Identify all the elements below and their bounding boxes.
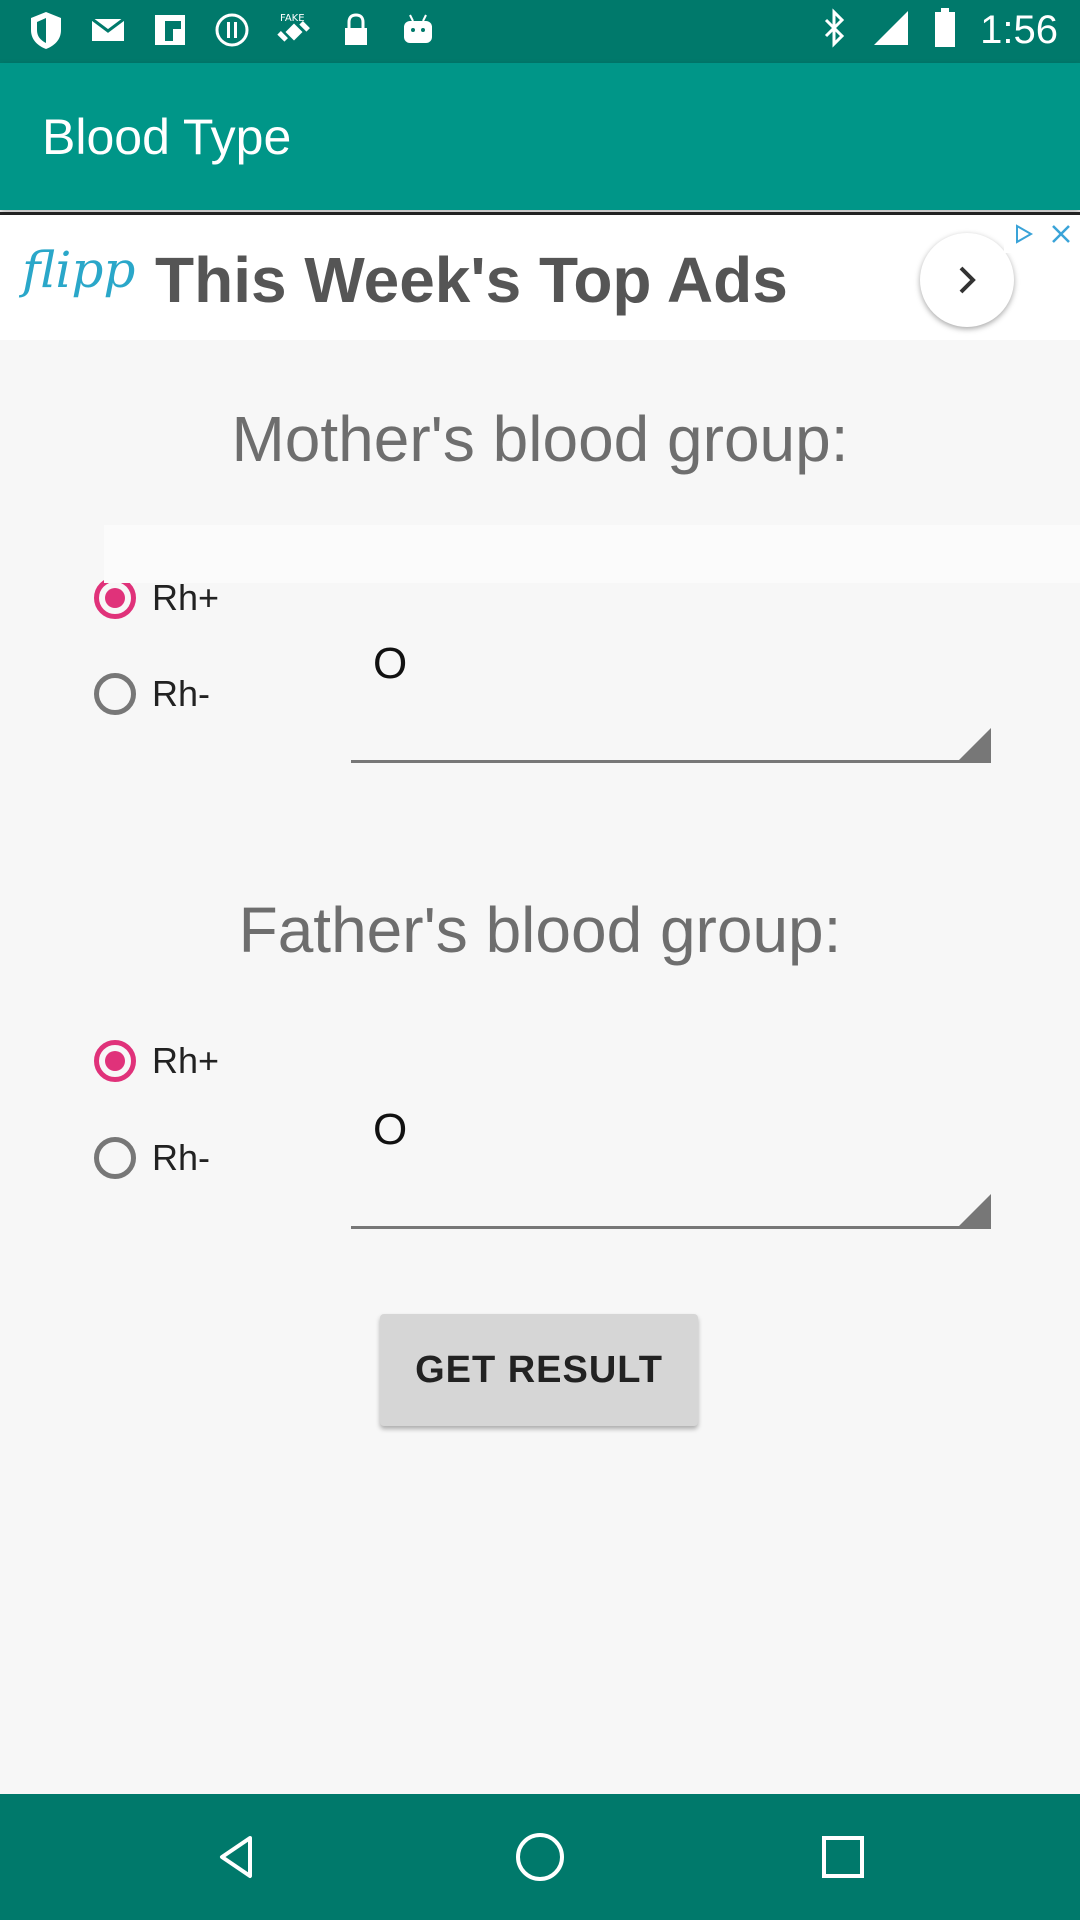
radio-label: Rh- xyxy=(152,1137,211,1178)
radio-label: Rh+ xyxy=(152,1040,220,1081)
ad-banner[interactable]: flipp This Week's Top Ads xyxy=(0,212,1080,340)
flipboard-icon xyxy=(150,10,190,50)
dropdown-triangle-icon xyxy=(959,728,991,760)
dropdown-triangle-icon xyxy=(959,1194,991,1226)
status-bar: FAKE 1:56 xyxy=(0,0,1080,63)
signal-icon xyxy=(872,9,910,52)
bluetooth-icon xyxy=(822,8,848,53)
spinner-value: O xyxy=(373,1105,408,1154)
mother-section-title: Mother's blood group: xyxy=(231,403,849,475)
android-icon xyxy=(398,10,438,50)
recents-icon[interactable] xyxy=(810,1824,876,1890)
father-rh-positive-radio[interactable]: Rh+ xyxy=(94,1040,219,1082)
navigation-bar xyxy=(0,1794,1080,1920)
mail-icon xyxy=(88,10,128,50)
radio-unchecked-icon[interactable] xyxy=(94,673,136,715)
lock-icon xyxy=(336,10,376,50)
radio-unchecked-icon[interactable] xyxy=(94,1137,136,1179)
status-icons-right: 1:56 xyxy=(822,8,1058,53)
ad-corner xyxy=(1004,215,1080,253)
status-icons-left: FAKE xyxy=(26,10,438,50)
circle-info-icon xyxy=(212,10,252,50)
ad-choices-icon[interactable] xyxy=(1004,215,1042,253)
radio-checked-icon[interactable] xyxy=(94,577,136,619)
ad-logo[interactable]: flipp xyxy=(22,241,135,299)
svg-text:FAKE: FAKE xyxy=(280,13,305,24)
father-section-title: Father's blood group: xyxy=(238,894,842,966)
ad-close-icon[interactable] xyxy=(1042,215,1080,253)
shield-icon xyxy=(26,10,66,50)
fake-gps-icon: FAKE xyxy=(274,10,314,50)
chevron-right-icon xyxy=(959,266,976,294)
get-result-button[interactable]: GET RESULT xyxy=(380,1314,698,1426)
mother-rh-negative-radio[interactable]: Rh- xyxy=(94,673,210,715)
father-rh-negative-radio[interactable]: Rh- xyxy=(94,1137,210,1179)
overlay-strip xyxy=(104,525,1080,583)
radio-label: Rh+ xyxy=(152,577,220,618)
app-bar: Blood Type xyxy=(0,63,1080,210)
status-time: 1:56 xyxy=(980,8,1058,52)
mother-blood-group-spinner[interactable]: O xyxy=(351,623,991,763)
radio-label: Rh- xyxy=(152,673,211,714)
spinner-value: O xyxy=(373,639,408,688)
father-blood-group-spinner[interactable]: O xyxy=(351,1089,991,1229)
radio-checked-icon[interactable] xyxy=(94,1040,136,1082)
home-icon[interactable] xyxy=(507,1824,573,1890)
page-title: Blood Type xyxy=(42,109,292,165)
mother-rh-positive-radio[interactable]: Rh+ xyxy=(94,577,219,619)
battery-icon xyxy=(934,8,956,53)
back-icon[interactable] xyxy=(204,1824,270,1890)
ad-headline[interactable]: This Week's Top Ads xyxy=(155,243,788,317)
ad-arrow-button[interactable] xyxy=(920,233,1014,327)
